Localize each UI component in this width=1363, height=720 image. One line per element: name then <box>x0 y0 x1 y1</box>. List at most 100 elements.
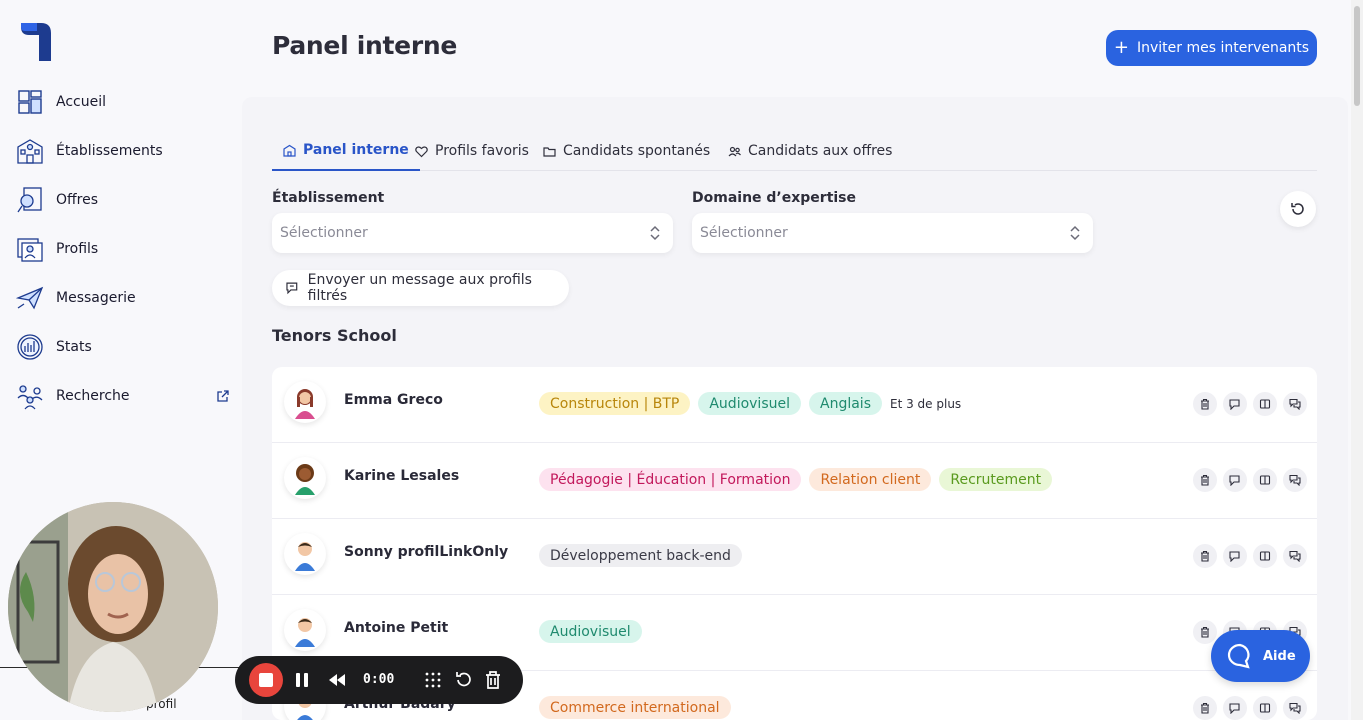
sort-chevrons-icon <box>650 225 660 241</box>
heart-icon <box>415 145 428 157</box>
scrollbar-thumb[interactable] <box>1354 6 1360 106</box>
avatar <box>284 609 326 651</box>
table-row[interactable]: Emma Greco Construction | BTP Audiovisue… <box>272 367 1317 443</box>
sidebar-item-stats[interactable]: Stats <box>16 330 230 364</box>
stats-chart-icon <box>16 333 44 361</box>
row-actions <box>1187 392 1307 416</box>
search-document-icon <box>16 186 44 214</box>
invite-button[interactable]: + Inviter mes intervenants <box>1106 30 1317 66</box>
expertise-tag: Audiovisuel <box>539 620 642 643</box>
sidebar-item-recherche[interactable]: Recherche <box>16 379 230 413</box>
message-icon <box>286 282 298 295</box>
expertise-tag: Recrutement <box>939 468 1053 491</box>
message-icon[interactable] <box>1223 468 1247 492</box>
tab-panel-interne[interactable]: Panel interne <box>272 131 420 171</box>
expertise-tag: Anglais <box>809 392 882 415</box>
domaine-select[interactable]: Sélectionner <box>692 213 1093 253</box>
rewind-icon[interactable] <box>327 670 347 690</box>
group-title: Tenors School <box>272 326 397 345</box>
message-button-label: Envoyer un message aux profils filtrés <box>307 272 532 304</box>
expertise-tag: Pédagogie | Éducation | Formation <box>539 468 802 491</box>
avatar <box>284 533 326 575</box>
reset-icon <box>1291 203 1304 215</box>
grid-dots-icon[interactable] <box>424 670 442 690</box>
tag-list: Audiovisuel <box>539 620 650 643</box>
etablissement-label: Établissement <box>272 190 385 206</box>
invite-label: Inviter mes intervenants <box>1136 40 1310 56</box>
message-icon[interactable] <box>1223 392 1247 416</box>
restart-icon[interactable] <box>454 670 472 690</box>
profile-card-icon <box>16 235 44 263</box>
profile-name[interactable]: Karine Lesales <box>344 468 459 484</box>
tab-label: Candidats spontanés <box>563 143 711 159</box>
profile-name[interactable]: Antoine Petit <box>344 620 448 636</box>
tag-list: Commerce international <box>539 696 739 719</box>
page-title: Panel interne <box>272 31 458 60</box>
sidebar-item-label: Stats <box>56 339 92 355</box>
reset-filters-button[interactable] <box>1280 191 1316 227</box>
help-button[interactable]: Aide <box>1211 630 1310 682</box>
profile-name[interactable]: Sonny profilLinkOnly <box>344 544 508 560</box>
trash-icon[interactable] <box>1193 620 1217 644</box>
stop-icon <box>259 673 273 687</box>
book-icon[interactable] <box>1253 468 1277 492</box>
sidebar-item-messagerie[interactable]: Messagerie <box>16 281 230 315</box>
avatar <box>284 381 326 423</box>
sidebar-item-etablissements[interactable]: Établissements <box>16 134 230 168</box>
trash-icon[interactable] <box>1193 544 1217 568</box>
chat-bubbles-icon[interactable] <box>1283 468 1307 492</box>
book-icon[interactable] <box>1253 696 1277 720</box>
tab-profils-favoris[interactable]: Profils favoris <box>415 131 529 171</box>
more-tags-text: Et 3 de plus <box>890 396 962 411</box>
tab-candidats-aux-offres[interactable]: Candidats aux offres <box>728 131 892 171</box>
chat-bubbles-icon[interactable] <box>1283 544 1307 568</box>
expertise-tag: Développement back-end <box>539 544 742 567</box>
school-building-icon <box>16 137 44 165</box>
row-actions <box>1187 544 1307 568</box>
select-placeholder: Sélectionner <box>700 225 788 241</box>
folder-icon <box>543 146 556 157</box>
row-actions <box>1187 696 1307 720</box>
sidebar-item-accueil[interactable]: Accueil <box>16 85 230 119</box>
sidebar-item-label: Offres <box>56 192 99 208</box>
trash-icon[interactable] <box>1193 392 1217 416</box>
trash-icon[interactable] <box>1193 696 1217 720</box>
trash-icon[interactable] <box>1193 468 1217 492</box>
scrollbar[interactable] <box>1351 0 1363 720</box>
message-icon[interactable] <box>1223 544 1247 568</box>
webcam-person-image <box>8 502 218 712</box>
etablissement-select[interactable]: Sélectionner <box>272 213 673 253</box>
chat-bubble-icon <box>1227 643 1250 669</box>
sidebar-item-profils[interactable]: Profils <box>16 232 230 266</box>
tab-label: Profils favoris <box>435 143 529 159</box>
sidebar-item-label: Recherche <box>56 388 130 404</box>
sort-chevrons-icon <box>1070 225 1080 241</box>
expertise-tag: Audiovisuel <box>698 392 801 415</box>
webcam-bubble[interactable] <box>8 502 218 712</box>
sidebar-item-offres[interactable]: Offres <box>16 183 230 217</box>
building-icon <box>283 144 296 157</box>
external-link-icon[interactable] <box>216 389 230 403</box>
book-icon[interactable] <box>1253 392 1277 416</box>
tab-label: Candidats aux offres <box>748 143 893 159</box>
message-icon[interactable] <box>1223 696 1247 720</box>
stop-record-button[interactable] <box>249 663 283 697</box>
message-filtered-button[interactable]: Envoyer un message aux profils filtrés <box>272 270 569 306</box>
paper-plane-icon <box>16 284 44 312</box>
dashboard-icon <box>16 88 44 116</box>
pause-icon[interactable] <box>295 670 309 690</box>
table-row[interactable]: Karine Lesales Pédagogie | Éducation | F… <box>272 443 1317 519</box>
chat-bubbles-icon[interactable] <box>1283 392 1307 416</box>
table-row[interactable]: Sonny profilLinkOnly Développement back-… <box>272 519 1317 595</box>
tag-list: Développement back-end <box>539 544 750 567</box>
sidebar-item-label: Messagerie <box>56 290 136 306</box>
row-actions <box>1187 468 1307 492</box>
tab-candidats-spontanes[interactable]: Candidats spontanés <box>543 131 710 171</box>
book-icon[interactable] <box>1253 544 1277 568</box>
screen-recorder-bar: 0:00 <box>235 656 523 704</box>
trash-icon[interactable] <box>484 670 502 690</box>
recording-time: 0:00 <box>363 672 395 687</box>
chat-bubbles-icon[interactable] <box>1283 696 1307 720</box>
app-logo[interactable] <box>19 21 53 63</box>
profile-name[interactable]: Emma Greco <box>344 392 443 408</box>
